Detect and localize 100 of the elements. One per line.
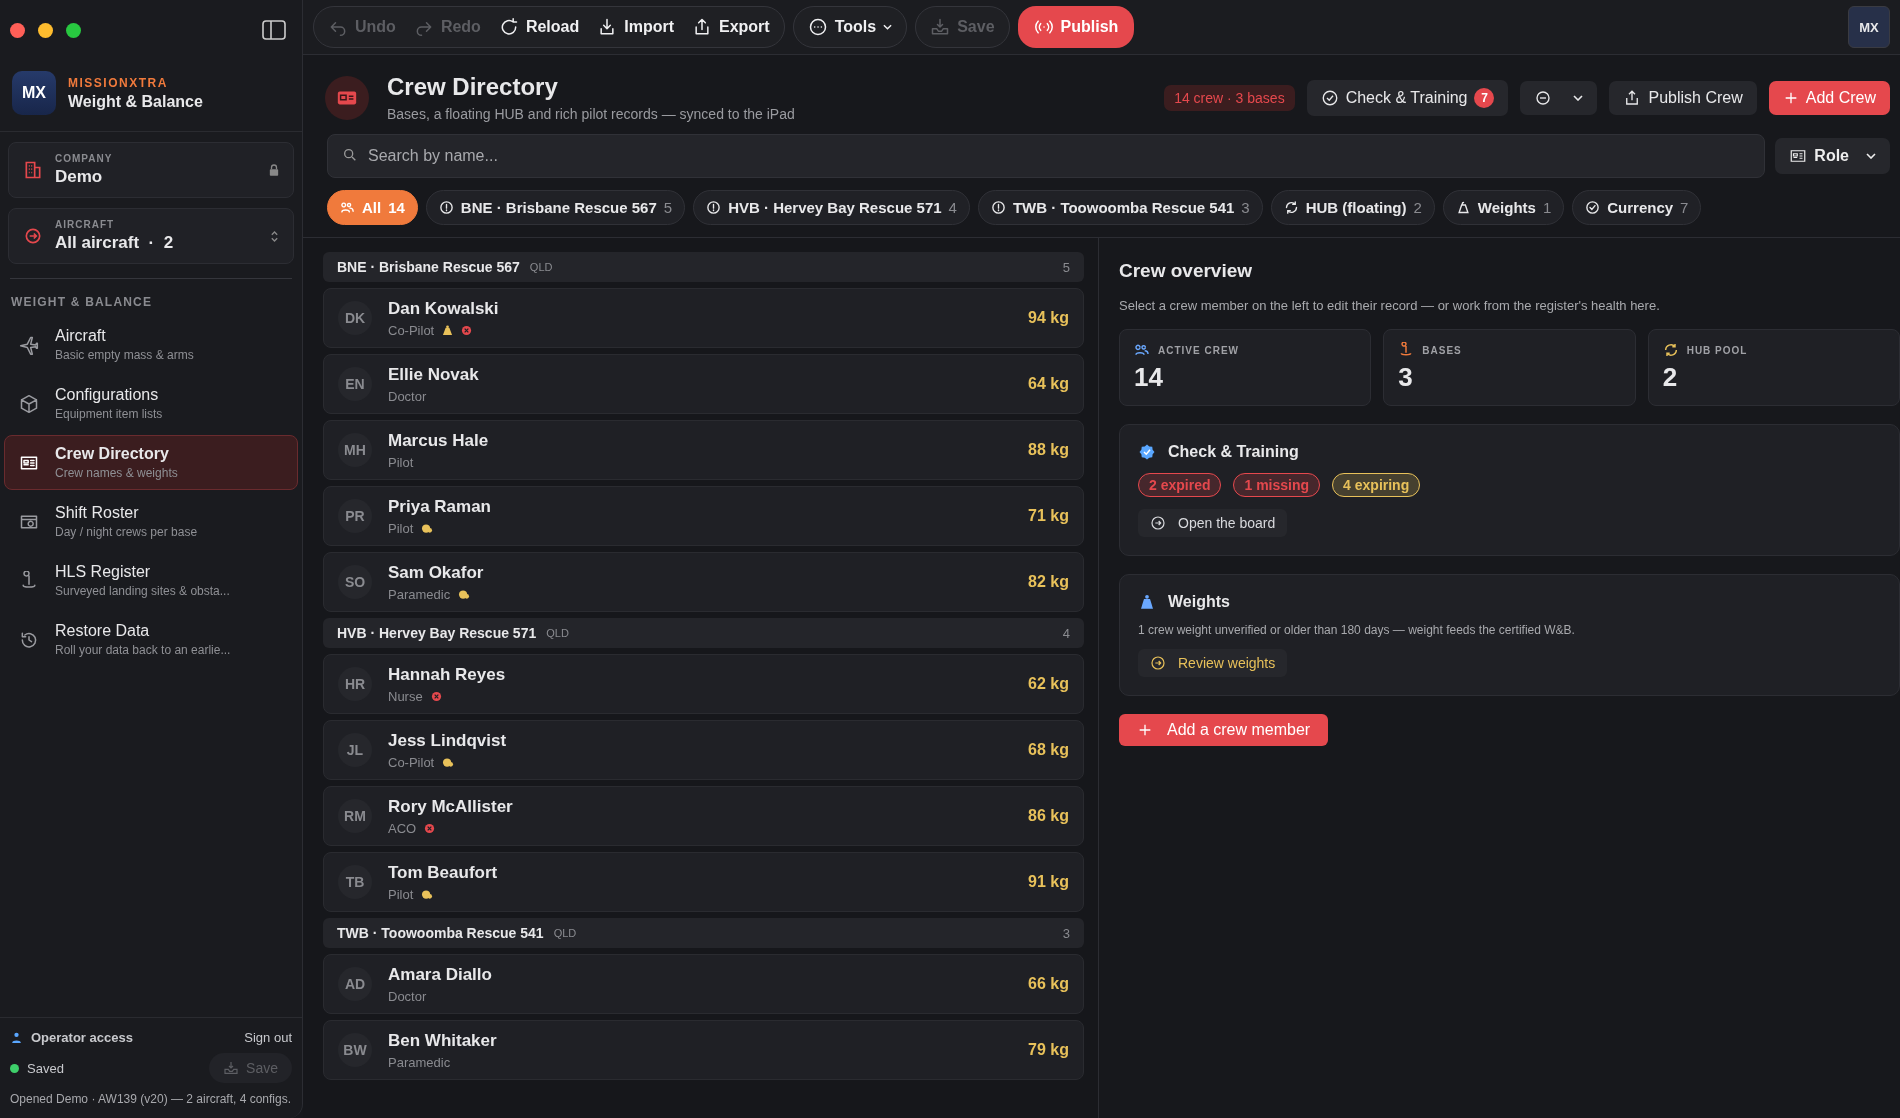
caret-icon (883, 24, 893, 30)
crew-row[interactable]: SO Sam Okafor Paramedic 82 kg (323, 552, 1084, 612)
sidebar-toggle-icon[interactable] (262, 20, 286, 40)
crew-weight: 94 kg (1028, 309, 1069, 327)
initials-avatar: EN (338, 367, 372, 401)
aircraft-picker[interactable]: AIRCRAFT All aircraft · 2 (8, 208, 294, 264)
sidebar-item[interactable]: Aircraft Basic empty mass & arms (4, 317, 298, 372)
toolbar-button[interactable]: Import (589, 10, 682, 44)
tray-icon (223, 1060, 240, 1077)
initials-avatar: RM (338, 799, 372, 833)
status-note: Opened Demo · AW139 (v20) — 2 aircraft, 4 configs. (10, 1091, 292, 1108)
broadcast-icon (1033, 17, 1054, 37)
status-pill: 1 missing (1233, 473, 1321, 497)
sidebar-item[interactable]: Shift Roster Day / night crews per base (4, 494, 298, 549)
sidebar-item[interactable]: Restore Data Roll your data back to an earlie... (4, 612, 298, 667)
add-crew-member-button[interactable]: Add a crew member (1119, 714, 1329, 746)
crew-weight: 64 kg (1028, 375, 1069, 393)
stat-label: HUB POOL (1686, 344, 1748, 356)
crew-count: 3 (1062, 925, 1070, 941)
publish-crew-button[interactable]: Publish Crew (1609, 80, 1757, 115)
toolbar-button[interactable]: Reload (490, 10, 588, 44)
crew-row[interactable]: RM Rory McAllister ACO 86 kg (323, 786, 1084, 846)
crew-role: ACO (388, 820, 417, 836)
crew-count: 5 (1062, 259, 1070, 275)
stat-label: ACTIVE CREW (1158, 344, 1239, 356)
initials-avatar: PR (338, 499, 372, 533)
crew-row[interactable]: PR Priya Raman Pilot 71 kg (323, 486, 1084, 546)
search-field[interactable]: Search by name... (327, 134, 1766, 178)
role-filter-dropdown[interactable]: Role (1775, 138, 1890, 174)
aircraft-label: AIRCRAFT (55, 219, 116, 230)
view-menu-button[interactable] (1520, 80, 1598, 115)
crew-weight: 79 kg (1028, 1041, 1069, 1059)
tray-icon (930, 17, 951, 37)
crew-row[interactable]: MH Marcus Hale Pilot 88 kg (323, 420, 1084, 480)
crew-role: Pilot (388, 886, 414, 902)
alert-icon (706, 200, 722, 215)
filter-chip[interactable]: BNE · Brisbane Rescue 567 5 (425, 190, 686, 225)
box-icon (19, 393, 39, 414)
sidebar-item[interactable]: Crew Directory Crew names & weights (4, 435, 298, 490)
stat-value: 14 (1134, 362, 1164, 393)
caret-icon (1866, 153, 1876, 159)
filter-chip[interactable]: Currency 7 (1572, 190, 1702, 225)
open-board-button[interactable]: Open the board (1138, 509, 1288, 537)
filter-chip[interactable]: TWB · Toowoomba Rescue 541 3 (977, 190, 1263, 225)
crew-row[interactable]: HR Hannah Reyes Nurse 62 kg (323, 654, 1084, 714)
filter-chip[interactable]: HVB · Hervey Bay Rescue 571 4 (693, 190, 970, 225)
crew-count: 4 (1062, 625, 1070, 641)
overview-intro: Select a crew member on the left to edit their record — or work from the register's health here. (1119, 298, 1661, 313)
state-code: QLD (546, 627, 569, 639)
initials-avatar: SO (338, 565, 372, 599)
crew-row[interactable]: EN Ellie Novak Doctor 64 kg (323, 354, 1084, 414)
base-name: HVB · Hervey Bay Rescue 571 (337, 625, 537, 641)
crew-name: Ellie Novak (388, 364, 479, 385)
check-training-button[interactable]: Check & Training 7 (1306, 79, 1509, 116)
sync-icon (1662, 342, 1679, 358)
toolbar-button[interactable]: Export (684, 10, 778, 44)
company-value: Demo (55, 167, 104, 187)
status-pill: 2 expired (1138, 473, 1222, 497)
crew-name: Marcus Hale (388, 430, 489, 451)
company-label: COMPANY (55, 153, 114, 164)
count-badge: 7 (1474, 87, 1495, 108)
user-avatar[interactable]: MX (1848, 6, 1890, 48)
sidebar-item[interactable]: Configurations Equipment item lists (4, 376, 298, 431)
crew-role: Paramedic (388, 586, 451, 602)
export-icon (692, 17, 712, 37)
crew-role: Co-Pilot (388, 322, 435, 338)
crew-weight: 62 kg (1028, 675, 1069, 693)
crew-name: Dan Kowalski (388, 298, 499, 319)
sign-out-link[interactable]: Sign out (244, 1030, 292, 1046)
brand-name: MISSIONXTRA (68, 75, 169, 90)
aircraft-circle-icon (23, 226, 43, 246)
zoom-window-button[interactable] (66, 22, 81, 38)
weights-note: 1 crew weight unverified or older than 180 days — weight feeds the certified W&B. (1138, 623, 1575, 637)
crew-weight: 71 kg (1028, 507, 1069, 525)
minus-circle-icon (1534, 88, 1553, 107)
crew-row[interactable]: BW Ben Whitaker Paramedic 79 kg (323, 1020, 1084, 1080)
plus-icon (1137, 722, 1153, 738)
crew-row[interactable]: DK Dan Kowalski Co-Pilot 94 kg (323, 288, 1084, 348)
crew-role: Co-Pilot (388, 754, 435, 770)
company-picker[interactable]: COMPANY Demo (8, 142, 294, 198)
crew-role: Doctor (388, 988, 427, 1004)
crew-row[interactable]: TB Tom Beaufort Pilot 91 kg (323, 852, 1084, 912)
sidebar-item[interactable]: HLS Register Surveyed landing sites & obsta... (4, 553, 298, 608)
more-icon (807, 17, 828, 37)
initials-avatar: MH (338, 433, 372, 467)
state-code: QLD (553, 927, 577, 939)
initials-avatar: JL (338, 733, 372, 767)
caret-icon (1573, 94, 1584, 101)
summary-tag: 14 crew · 3 bases (1164, 84, 1295, 111)
add-crew-button[interactable]: Add Crew (1768, 80, 1890, 115)
card-title: Weights (1168, 593, 1230, 611)
close-window-button[interactable] (10, 22, 25, 38)
crew-row[interactable]: JL Jess Lindqvist Co-Pilot 68 kg (323, 720, 1084, 780)
publish-button[interactable]: Publish (1017, 6, 1135, 48)
review-weights-button[interactable]: Review weights (1138, 649, 1288, 677)
crew-row[interactable]: AD Amara Diallo Doctor 66 kg (323, 954, 1084, 1014)
filter-chip[interactable]: HUB (floating) 2 (1270, 190, 1435, 225)
filter-chip[interactable]: Weights 1 (1442, 190, 1565, 225)
save-status: Saved (27, 1060, 64, 1076)
minimize-window-button[interactable] (38, 22, 53, 38)
